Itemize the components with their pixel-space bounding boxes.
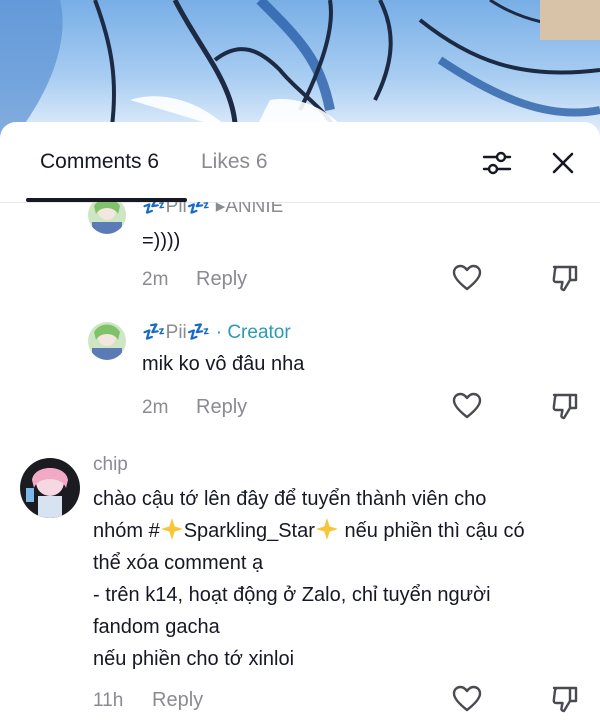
- text-line: chào cậu tớ lên đây để tuyển thành viên …: [93, 488, 487, 510]
- comment-time: 2m: [142, 269, 169, 290]
- tab-comments[interactable]: Comments 6: [40, 150, 159, 174]
- star-icon: [160, 518, 183, 540]
- heart-icon[interactable]: [452, 684, 482, 714]
- sliders-icon[interactable]: [480, 146, 514, 180]
- heart-icon[interactable]: [452, 263, 482, 293]
- comment-author[interactable]: 💤Pii💤 · Creator: [142, 320, 291, 344]
- comment-time: 11h: [93, 690, 124, 711]
- tab-likes[interactable]: Likes 6: [201, 150, 268, 174]
- text-line: fandom gacha: [93, 616, 220, 638]
- hashtag-text[interactable]: Sparkling_Star: [184, 520, 315, 542]
- comment-text: =)))): [142, 230, 181, 252]
- comment-list[interactable]: 💤Pii💤 ▸ANNIE =)))) 2m Reply 💤Pii💤 · Crea…: [0, 202, 600, 728]
- author-name[interactable]: 💤Pii💤: [142, 322, 210, 343]
- comment-author[interactable]: chip: [93, 454, 128, 476]
- comment-text: chào cậu tớ lên đây để tuyển thành viên …: [93, 483, 525, 675]
- comment-text: mik ko vô đâu nha: [142, 353, 305, 375]
- hashtag-prefix: nhóm #: [93, 520, 160, 542]
- text-line: nếu phiền cho tớ xinloi: [93, 648, 295, 670]
- text-fragment: nếu phiền thì cậu có: [338, 520, 525, 542]
- avatar[interactable]: [88, 322, 126, 360]
- reply-button[interactable]: Reply: [152, 689, 203, 712]
- avatar[interactable]: [88, 202, 126, 234]
- comments-sheet: Comments 6 Likes 6 💤Pii💤 ▸ANNIE =)))) 2m…: [0, 122, 600, 728]
- star-icon: [315, 518, 338, 540]
- reply-button[interactable]: Reply: [196, 396, 247, 419]
- comment-author[interactable]: 💤Pii💤 ▸ANNIE: [142, 202, 283, 218]
- thumbs-down-icon[interactable]: [550, 684, 580, 714]
- anime-artwork: [0, 0, 600, 140]
- heart-icon[interactable]: [452, 391, 482, 421]
- text-line: nhóm # Sparkling_Star nếu phiền thì cậu c…: [93, 515, 525, 547]
- reply-button[interactable]: Reply: [196, 268, 247, 291]
- close-icon[interactable]: [546, 146, 580, 180]
- text-line: - trên k14, hoạt động ở Zalo, chỉ tuyển …: [93, 584, 491, 606]
- thumbs-down-icon[interactable]: [550, 263, 580, 293]
- thumbs-down-icon[interactable]: [550, 391, 580, 421]
- text-line: thể xóa comment ạ: [93, 552, 264, 574]
- creator-badge: · Creator: [215, 322, 291, 343]
- video-background: [0, 0, 600, 140]
- comment-time: 2m: [142, 397, 169, 418]
- avatar[interactable]: [20, 458, 80, 518]
- sheet-tabs: Comments 6 Likes 6: [0, 122, 600, 203]
